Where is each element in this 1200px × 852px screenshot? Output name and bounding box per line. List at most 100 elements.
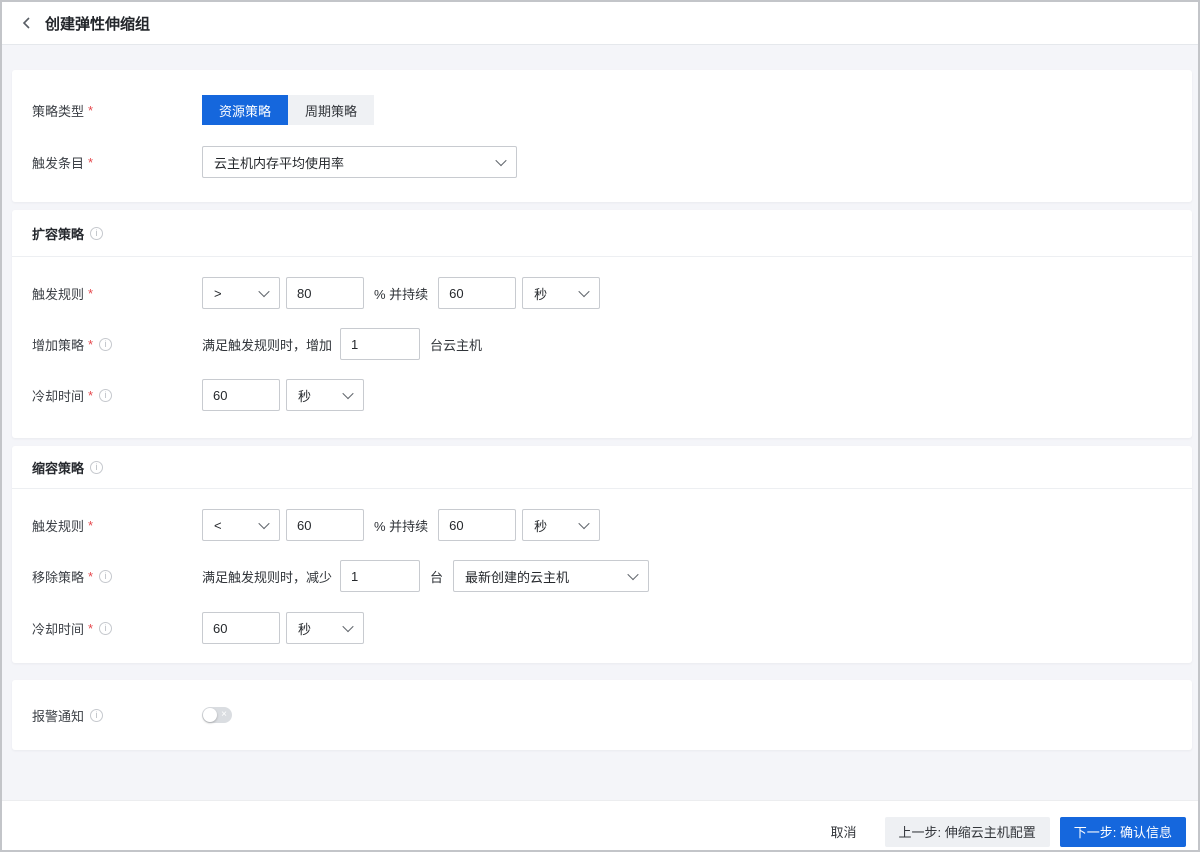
expand-cooldown-label: 冷却时间 xyxy=(32,386,84,405)
expand-rule-label: 触发规则 xyxy=(32,284,84,303)
expand-policy-title: 扩容策略 xyxy=(32,224,84,243)
shrink-operator-value: < xyxy=(214,518,222,533)
alarm-label-cell: 报警通知 i xyxy=(12,706,202,725)
chevron-down-icon xyxy=(258,286,269,297)
shrink-threshold-input[interactable] xyxy=(286,509,364,541)
expand-duration-unit-select[interactable]: 秒 xyxy=(522,277,600,309)
add-count-input[interactable] xyxy=(340,328,420,360)
tab-resource-policy[interactable]: 资源策略 xyxy=(202,95,288,125)
shrink-duration-unit-value: 秒 xyxy=(534,516,547,535)
trigger-item-select[interactable]: 云主机内存平均使用率 xyxy=(202,146,517,178)
trigger-item-value: 云主机内存平均使用率 xyxy=(214,153,344,172)
chevron-down-icon xyxy=(579,518,590,529)
shrink-duration-input[interactable] xyxy=(438,509,516,541)
remove-policy-middle-text: 台 xyxy=(430,567,443,586)
chevron-down-icon xyxy=(579,286,590,297)
chevron-down-icon xyxy=(258,518,269,529)
chevron-down-icon xyxy=(627,569,638,580)
expand-duration-input[interactable] xyxy=(438,277,516,309)
alarm-label: 报警通知 xyxy=(32,706,84,725)
remove-policy-prefix-text: 满足触发规则时，减少 xyxy=(202,567,332,586)
page-header: 创建弹性伸缩组 xyxy=(2,2,1198,45)
shrink-rule-label-cell: 触发规则 * xyxy=(12,516,202,535)
expand-cooldown-unit-select[interactable]: 秒 xyxy=(286,379,364,411)
alarm-row: 报警通知 i × xyxy=(12,706,232,725)
toggle-off-icon: × xyxy=(221,707,227,723)
prev-step-button[interactable]: 上一步: 伸缩云主机配置 xyxy=(885,817,1050,847)
tab-period-policy[interactable]: 周期策略 xyxy=(288,95,374,125)
remove-count-input[interactable] xyxy=(340,560,420,592)
shrink-cooldown-label-cell: 冷却时间 * i xyxy=(12,619,202,638)
info-icon[interactable]: i xyxy=(90,709,103,722)
cancel-button[interactable]: 取消 xyxy=(825,817,863,847)
toggle-knob xyxy=(203,708,217,722)
policy-basic-card: 策略类型 * 资源策略 周期策略 触发条目 * 云主机内存平均使用率 xyxy=(12,70,1192,202)
remove-strategy-select[interactable]: 最新创建的云主机 xyxy=(453,560,649,592)
expand-policy-header: 扩容策略 i xyxy=(12,210,1192,257)
shrink-cooldown-unit-select[interactable]: 秒 xyxy=(286,612,364,644)
required-marker: * xyxy=(88,518,93,533)
shrink-cooldown-row: 冷却时间 * i 秒 xyxy=(12,612,1192,644)
required-marker: * xyxy=(88,388,93,403)
required-marker: * xyxy=(88,569,93,584)
trigger-item-label: 触发条目 xyxy=(32,153,84,172)
expand-duration-unit-value: 秒 xyxy=(534,284,547,303)
chevron-down-icon xyxy=(342,621,353,632)
expand-threshold-input[interactable] xyxy=(286,277,364,309)
expand-operator-value: > xyxy=(214,286,222,301)
policy-type-label-cell: 策略类型 * xyxy=(12,101,202,120)
add-policy-prefix-text: 满足触发规则时，增加 xyxy=(202,335,332,354)
info-icon[interactable]: i xyxy=(99,389,112,402)
expand-cooldown-input[interactable] xyxy=(202,379,280,411)
remove-policy-label-cell: 移除策略 * i xyxy=(12,567,202,586)
page-title: 创建弹性伸缩组 xyxy=(45,13,150,34)
shrink-duration-unit-select[interactable]: 秒 xyxy=(522,509,600,541)
expand-cooldown-unit-value: 秒 xyxy=(298,386,311,405)
shrink-remove-policy-row: 移除策略 * i 满足触发规则时，减少 台 最新创建的云主机 xyxy=(12,560,1192,592)
info-icon[interactable]: i xyxy=(90,227,103,240)
expand-policy-card: 扩容策略 i 触发规则 * > % 并持续 秒 增加策略 * xyxy=(12,210,1192,438)
info-icon[interactable]: i xyxy=(99,622,112,635)
create-scaling-group-page: 创建弹性伸缩组 策略类型 * 资源策略 周期策略 触发条目 * 云主机内存平均使… xyxy=(0,0,1200,852)
footer-bar: 取消 上一步: 伸缩云主机配置 下一步: 确认信息 xyxy=(2,800,1198,850)
required-marker: * xyxy=(88,286,93,301)
expand-trigger-rule-row: 触发规则 * > % 并持续 秒 xyxy=(12,277,1192,309)
required-marker: * xyxy=(88,103,93,118)
info-icon[interactable]: i xyxy=(99,570,112,583)
add-policy-label-cell: 增加策略 * i xyxy=(12,335,202,354)
chevron-down-icon xyxy=(342,388,353,399)
policy-type-row: 策略类型 * 资源策略 周期策略 xyxy=(12,95,1192,125)
add-policy-label: 增加策略 xyxy=(32,335,84,354)
chevron-left-icon xyxy=(21,16,33,30)
policy-type-tabs: 资源策略 周期策略 xyxy=(202,95,374,125)
add-policy-suffix-text: 台云主机 xyxy=(430,335,482,354)
expand-rule-label-cell: 触发规则 * xyxy=(12,284,202,303)
expand-cooldown-row: 冷却时间 * i 秒 xyxy=(12,379,1192,411)
alarm-card: 报警通知 i × xyxy=(12,680,1192,750)
chevron-down-icon xyxy=(495,155,506,166)
expand-operator-select[interactable]: > xyxy=(202,277,280,309)
next-step-button[interactable]: 下一步: 确认信息 xyxy=(1060,817,1186,847)
back-button[interactable] xyxy=(18,14,36,32)
shrink-operator-select[interactable]: < xyxy=(202,509,280,541)
shrink-cooldown-unit-value: 秒 xyxy=(298,619,311,638)
alarm-toggle[interactable]: × xyxy=(202,707,232,723)
expand-rule-middle-text: % 并持续 xyxy=(374,284,428,303)
info-icon[interactable]: i xyxy=(90,461,103,474)
shrink-cooldown-input[interactable] xyxy=(202,612,280,644)
shrink-cooldown-label: 冷却时间 xyxy=(32,619,84,638)
expand-cooldown-label-cell: 冷却时间 * i xyxy=(12,386,202,405)
policy-type-label: 策略类型 xyxy=(32,101,84,120)
shrink-policy-card: 缩容策略 i 触发规则 * < % 并持续 秒 移除策略 * xyxy=(12,446,1192,663)
trigger-item-label-cell: 触发条目 * xyxy=(12,153,202,172)
info-icon[interactable]: i xyxy=(99,338,112,351)
required-marker: * xyxy=(88,621,93,636)
shrink-policy-header: 缩容策略 i xyxy=(12,446,1192,489)
shrink-rule-middle-text: % 并持续 xyxy=(374,516,428,535)
remove-policy-label: 移除策略 xyxy=(32,567,84,586)
shrink-rule-label: 触发规则 xyxy=(32,516,84,535)
shrink-policy-title: 缩容策略 xyxy=(32,458,84,477)
required-marker: * xyxy=(88,155,93,170)
trigger-item-row: 触发条目 * 云主机内存平均使用率 xyxy=(12,146,1192,178)
expand-add-policy-row: 增加策略 * i 满足触发规则时，增加 台云主机 xyxy=(12,328,1192,360)
